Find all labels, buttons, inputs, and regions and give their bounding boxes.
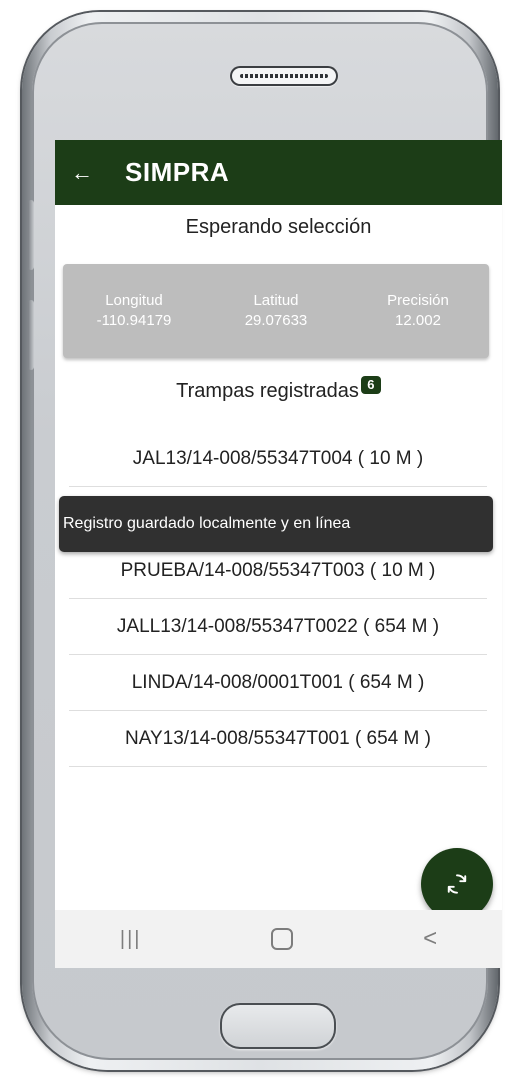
recent-apps-button[interactable]: ||| — [120, 928, 142, 951]
selection-status: Esperando selección — [185, 216, 372, 238]
home-nav-button[interactable] — [271, 928, 294, 950]
app-title: SIMPRA — [125, 157, 230, 187]
phone-side-button — [28, 200, 34, 270]
list-item[interactable]: LINDA/14-008/0001T001 ( 654 M ) — [69, 655, 487, 711]
phone-home-button — [220, 1003, 336, 1049]
precision-value: 12.002 — [395, 312, 441, 329]
latitude-value: 29.07633 — [244, 312, 308, 329]
back-nav-button[interactable]: < — [423, 925, 437, 953]
sync-icon — [447, 874, 467, 894]
longitude-value: -110.94179 — [96, 312, 172, 329]
app-screen: ← SIMPRA Esperando selección Longitud -1… — [55, 140, 502, 938]
traps-header-label: Trampas registradas — [176, 380, 359, 402]
list-item[interactable]: JALL13/14-008/55347T0022 ( 654 M ) — [69, 599, 487, 655]
system-nav-bar: ||| < — [55, 910, 502, 968]
app-bar: ← SIMPRA — [55, 140, 502, 205]
list-item[interactable]: NAY13/14-008/55347T001 ( 654 M ) — [69, 711, 487, 767]
arrow-left-icon[interactable]: ← — [71, 161, 93, 184]
longitude-column: Longitud -110.94179 — [64, 291, 205, 331]
toast-message: Registro guardado localmente y en línea — [59, 496, 493, 552]
latitude-label: Latitud — [253, 292, 299, 309]
longitude-label: Longitud — [105, 292, 163, 309]
gps-info-card: Longitud -110.94179 Latitud 29.07633 Pre… — [63, 264, 489, 358]
traps-header: Trampas registradas 6 — [55, 376, 502, 403]
latitude-column: Latitud 29.07633 — [206, 291, 347, 331]
phone-speaker — [230, 66, 338, 86]
traps-count-badge: 6 — [360, 376, 381, 394]
precision-column: Precisión 12.002 — [348, 291, 489, 331]
trap-list: JAL13/14-008/55347T004 ( 10 M ) PRUEBA/1… — [69, 432, 487, 767]
phone-side-button — [28, 300, 34, 370]
precision-label: Precisión — [387, 292, 449, 309]
list-item[interactable]: JAL13/14-008/55347T004 ( 10 M ) — [69, 432, 487, 487]
